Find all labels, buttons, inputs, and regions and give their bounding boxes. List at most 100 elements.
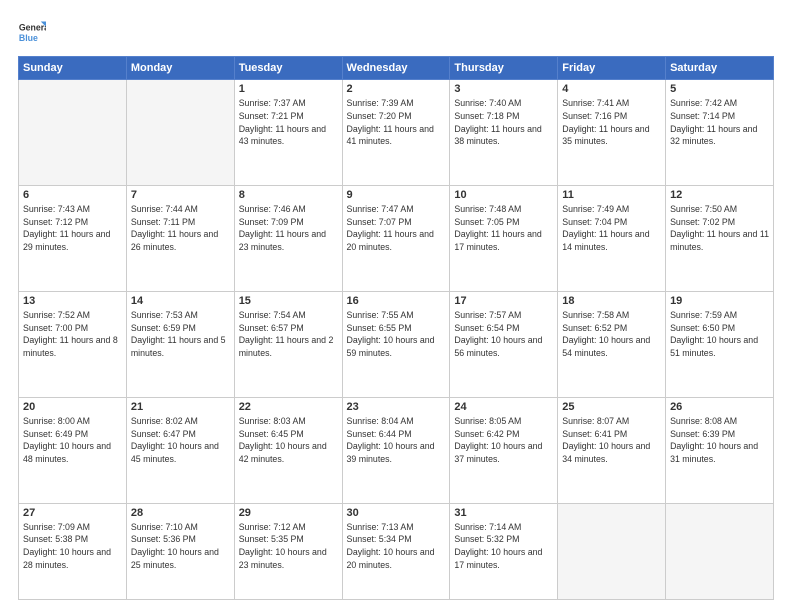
day-detail: Sunrise: 7:49 AMSunset: 7:04 PMDaylight:… — [562, 203, 661, 254]
day-number: 4 — [562, 83, 661, 95]
weekday-header: Tuesday — [234, 57, 342, 80]
weekday-header: Thursday — [450, 57, 558, 80]
day-detail: Sunrise: 8:02 AMSunset: 6:47 PMDaylight:… — [131, 415, 230, 466]
calendar-week: 20 Sunrise: 8:00 AMSunset: 6:49 PMDayligh… — [19, 397, 774, 503]
day-detail: Sunrise: 7:37 AMSunset: 7:21 PMDaylight:… — [239, 97, 338, 148]
calendar-cell: 4 Sunrise: 7:41 AMSunset: 7:16 PMDaylight… — [558, 80, 666, 186]
day-number: 21 — [131, 401, 230, 413]
logo-icon: General Blue — [18, 18, 46, 46]
day-detail: Sunrise: 8:00 AMSunset: 6:49 PMDaylight:… — [23, 415, 122, 466]
calendar-cell: 19Sunrise: 7:59 AMSunset: 6:50 PMDayligh… — [666, 291, 774, 397]
calendar-cell: 8Sunrise: 7:46 AMSunset: 7:09 PMDaylight… — [234, 185, 342, 291]
day-number: 23 — [347, 401, 446, 413]
day-detail: Sunrise: 7:57 AMSunset: 6:54 PMDaylight:… — [454, 309, 553, 360]
day-detail: Sunrise: 7:12 AMSunset: 5:35 PMDaylight:… — [239, 521, 338, 572]
calendar-cell: 9 Sunrise: 7:47 AMSunset: 7:07 PMDaylight… — [342, 185, 450, 291]
day-number: 17 — [454, 295, 553, 307]
day-number: 9 — [347, 189, 446, 201]
day-number: 31 — [454, 507, 553, 519]
calendar-cell: 5Sunrise: 7:42 AMSunset: 7:14 PMDaylight… — [666, 80, 774, 186]
day-detail: Sunrise: 7:55 AMSunset: 6:55 PMDaylight:… — [347, 309, 446, 360]
calendar-cell: 18 Sunrise: 7:58 AMSunset: 6:52 PMDayligh… — [558, 291, 666, 397]
day-number: 30 — [347, 507, 446, 519]
day-number: 20 — [23, 401, 122, 413]
calendar-cell: 27 Sunrise: 7:09 AMSunset: 5:38 PMDayligh… — [19, 503, 127, 599]
day-detail: Sunrise: 8:04 AMSunset: 6:44 PMDaylight:… — [347, 415, 446, 466]
calendar-cell: 22 Sunrise: 8:03 AMSunset: 6:45 PMDayligh… — [234, 397, 342, 503]
day-number: 1 — [239, 83, 338, 95]
calendar-cell: 31 Sunrise: 7:14 AMSunset: 5:32 PMDayligh… — [450, 503, 558, 599]
day-detail: Sunrise: 7:09 AMSunset: 5:38 PMDaylight:… — [23, 521, 122, 572]
calendar-cell: 10 Sunrise: 7:48 AMSunset: 7:05 PMDayligh… — [450, 185, 558, 291]
day-number: 18 — [562, 295, 661, 307]
calendar-cell: 3 Sunrise: 7:40 AMSunset: 7:18 PMDaylight… — [450, 80, 558, 186]
day-detail: Sunrise: 7:47 AMSunset: 7:07 PMDaylight:… — [347, 203, 446, 254]
calendar-table: SundayMondayTuesdayWednesdayThursdayFrid… — [18, 56, 774, 600]
day-detail: Sunrise: 7:52 AMSunset: 7:00 PMDaylight:… — [23, 309, 122, 360]
day-number: 3 — [454, 83, 553, 95]
calendar-cell — [126, 80, 234, 186]
calendar-cell: 17 Sunrise: 7:57 AMSunset: 6:54 PMDayligh… — [450, 291, 558, 397]
day-detail: Sunrise: 7:42 AMSunset: 7:14 PMDaylight:… — [670, 97, 769, 148]
day-detail: Sunrise: 7:54 AMSunset: 6:57 PMDaylight:… — [239, 309, 338, 360]
day-number: 25 — [562, 401, 661, 413]
weekday-header: Wednesday — [342, 57, 450, 80]
calendar-week: 27 Sunrise: 7:09 AMSunset: 5:38 PMDayligh… — [19, 503, 774, 599]
calendar-cell: 25 Sunrise: 8:07 AMSunset: 6:41 PMDayligh… — [558, 397, 666, 503]
day-number: 2 — [347, 83, 446, 95]
calendar-cell: 1 Sunrise: 7:37 AMSunset: 7:21 PMDaylight… — [234, 80, 342, 186]
day-number: 24 — [454, 401, 553, 413]
day-number: 26 — [670, 401, 769, 413]
day-detail: Sunrise: 7:50 AMSunset: 7:02 PMDaylight:… — [670, 203, 769, 254]
calendar-cell — [558, 503, 666, 599]
day-detail: Sunrise: 7:48 AMSunset: 7:05 PMDaylight:… — [454, 203, 553, 254]
day-detail: Sunrise: 8:08 AMSunset: 6:39 PMDaylight:… — [670, 415, 769, 466]
day-number: 29 — [239, 507, 338, 519]
day-detail: Sunrise: 8:07 AMSunset: 6:41 PMDaylight:… — [562, 415, 661, 466]
logo: General Blue — [18, 18, 46, 46]
weekday-header: Saturday — [666, 57, 774, 80]
calendar-cell: 24 Sunrise: 8:05 AMSunset: 6:42 PMDayligh… — [450, 397, 558, 503]
day-detail: Sunrise: 7:39 AMSunset: 7:20 PMDaylight:… — [347, 97, 446, 148]
day-detail: Sunrise: 8:05 AMSunset: 6:42 PMDaylight:… — [454, 415, 553, 466]
day-number: 27 — [23, 507, 122, 519]
day-number: 7 — [131, 189, 230, 201]
day-number: 13 — [23, 295, 122, 307]
day-number: 22 — [239, 401, 338, 413]
calendar-cell — [666, 503, 774, 599]
weekday-header: Sunday — [19, 57, 127, 80]
day-detail: Sunrise: 7:14 AMSunset: 5:32 PMDaylight:… — [454, 521, 553, 572]
calendar-cell: 23 Sunrise: 8:04 AMSunset: 6:44 PMDayligh… — [342, 397, 450, 503]
day-detail: Sunrise: 7:10 AMSunset: 5:36 PMDaylight:… — [131, 521, 230, 572]
calendar-cell: 7Sunrise: 7:44 AMSunset: 7:11 PMDaylight… — [126, 185, 234, 291]
calendar-cell: 26 Sunrise: 8:08 AMSunset: 6:39 PMDayligh… — [666, 397, 774, 503]
weekday-header: Friday — [558, 57, 666, 80]
svg-text:Blue: Blue — [19, 33, 38, 43]
calendar-cell: 15Sunrise: 7:54 AMSunset: 6:57 PMDayligh… — [234, 291, 342, 397]
day-detail: Sunrise: 7:53 AMSunset: 6:59 PMDaylight:… — [131, 309, 230, 360]
calendar-cell: 20 Sunrise: 8:00 AMSunset: 6:49 PMDayligh… — [19, 397, 127, 503]
calendar-week: 13 Sunrise: 7:52 AMSunset: 7:00 PMDayligh… — [19, 291, 774, 397]
day-detail: Sunrise: 7:40 AMSunset: 7:18 PMDaylight:… — [454, 97, 553, 148]
calendar-cell — [19, 80, 127, 186]
day-number: 12 — [670, 189, 769, 201]
day-detail: Sunrise: 7:41 AMSunset: 7:16 PMDaylight:… — [562, 97, 661, 148]
calendar-cell: 29 Sunrise: 7:12 AMSunset: 5:35 PMDayligh… — [234, 503, 342, 599]
calendar-cell: 30 Sunrise: 7:13 AMSunset: 5:34 PMDayligh… — [342, 503, 450, 599]
day-number: 10 — [454, 189, 553, 201]
page: General Blue SundayMondayTuesdayWednesda… — [0, 0, 792, 612]
calendar-week: 6Sunrise: 7:43 AMSunset: 7:12 PMDaylight… — [19, 185, 774, 291]
day-number: 16 — [347, 295, 446, 307]
header: General Blue — [18, 18, 774, 46]
day-detail: Sunrise: 7:58 AMSunset: 6:52 PMDaylight:… — [562, 309, 661, 360]
day-number: 6 — [23, 189, 122, 201]
calendar-cell: 11 Sunrise: 7:49 AMSunset: 7:04 PMDayligh… — [558, 185, 666, 291]
day-number: 11 — [562, 189, 661, 201]
svg-text:General: General — [19, 22, 46, 32]
day-detail: Sunrise: 8:03 AMSunset: 6:45 PMDaylight:… — [239, 415, 338, 466]
calendar-cell: 28Sunrise: 7:10 AMSunset: 5:36 PMDayligh… — [126, 503, 234, 599]
day-number: 14 — [131, 295, 230, 307]
day-detail: Sunrise: 7:13 AMSunset: 5:34 PMDaylight:… — [347, 521, 446, 572]
calendar-cell: 16 Sunrise: 7:55 AMSunset: 6:55 PMDayligh… — [342, 291, 450, 397]
day-detail: Sunrise: 7:46 AMSunset: 7:09 PMDaylight:… — [239, 203, 338, 254]
